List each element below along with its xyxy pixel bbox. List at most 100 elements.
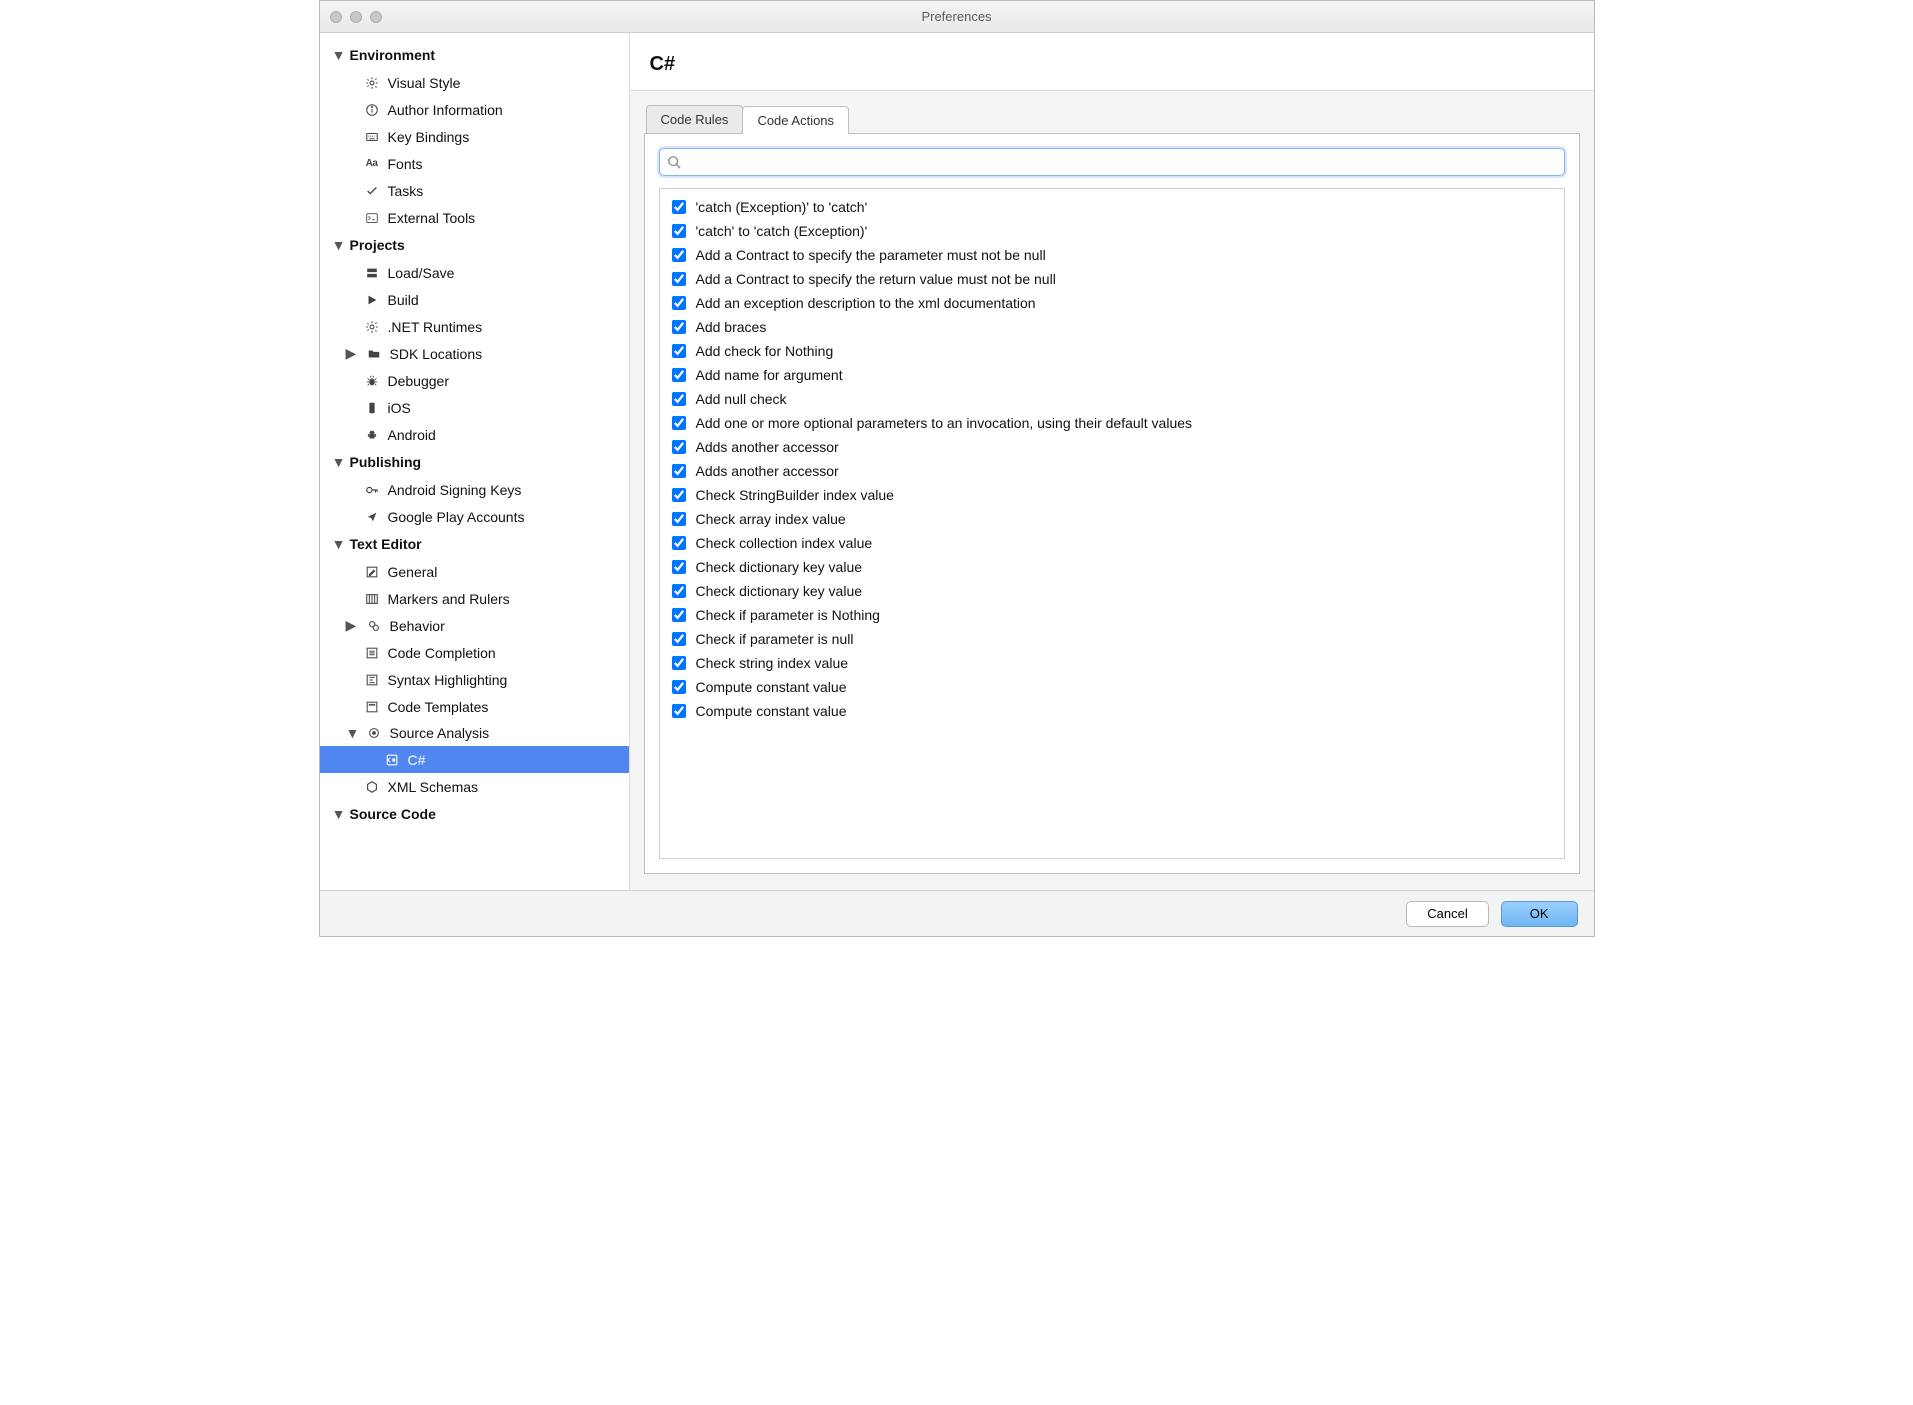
code-action-checkbox[interactable] (672, 464, 686, 478)
code-action-row[interactable]: Check dictionary key value (670, 579, 1554, 603)
code-action-checkbox[interactable] (672, 272, 686, 286)
sidebar-item-xml-schemas[interactable]: ▶XML Schemas (320, 773, 629, 800)
chevron-right-icon: ▶ (346, 345, 358, 362)
code-action-row[interactable]: 'catch (Exception)' to 'catch' (670, 195, 1554, 219)
code-action-checkbox[interactable] (672, 536, 686, 550)
sidebar-item-google-play-accounts[interactable]: ▶Google Play Accounts (320, 503, 629, 530)
publish-icon (364, 509, 380, 525)
sidebar-item-syntax-highlighting[interactable]: ▶Syntax Highlighting (320, 666, 629, 693)
sidebar-item-c-[interactable]: ▶C# (320, 746, 629, 773)
sidebar-item-android-signing-keys[interactable]: ▶Android Signing Keys (320, 476, 629, 503)
code-action-checkbox[interactable] (672, 248, 686, 262)
code-action-row[interactable]: Add a Contract to specify the return val… (670, 267, 1554, 291)
code-action-label: Check if parameter is null (696, 631, 854, 647)
sidebar[interactable]: ▼Environment▶Visual Style▶Author Informa… (320, 33, 630, 890)
code-action-checkbox[interactable] (672, 416, 686, 430)
code-action-row[interactable]: Add check for Nothing (670, 339, 1554, 363)
tab-code-actions[interactable]: Code Actions (742, 106, 849, 134)
sidebar-item-label: Debugger (388, 373, 450, 389)
code-action-row[interactable]: Add name for argument (670, 363, 1554, 387)
code-action-checkbox[interactable] (672, 368, 686, 382)
sidebar-item-label: Code Completion (388, 645, 496, 661)
sidebar-item-source-analysis[interactable]: ▼Source Analysis (320, 720, 629, 746)
code-action-row[interactable]: Compute constant value (670, 675, 1554, 699)
code-action-checkbox[interactable] (672, 320, 686, 334)
sidebar-item-label: Syntax Highlighting (388, 672, 508, 688)
sidebar-item--net-runtimes[interactable]: ▶.NET Runtimes (320, 313, 629, 340)
sidebar-item-general[interactable]: ▶General (320, 558, 629, 585)
sidebar-item-code-templates[interactable]: ▶Code Templates (320, 693, 629, 720)
sidebar-item-build[interactable]: ▶Build (320, 286, 629, 313)
code-action-row[interactable]: Adds another accessor (670, 435, 1554, 459)
sidebar-item-sdk-locations[interactable]: ▶SDK Locations (320, 340, 629, 367)
code-action-row[interactable]: Adds another accessor (670, 459, 1554, 483)
code-action-row[interactable]: Add null check (670, 387, 1554, 411)
close-window-button[interactable] (330, 11, 342, 23)
phone-icon (364, 400, 380, 416)
code-action-checkbox[interactable] (672, 560, 686, 574)
sidebar-group-publishing[interactable]: ▼Publishing (320, 448, 629, 476)
sidebar-item-load-save[interactable]: ▶Load/Save (320, 259, 629, 286)
target-icon (366, 725, 382, 741)
sidebar-item-key-bindings[interactable]: ▶Key Bindings (320, 123, 629, 150)
code-action-checkbox[interactable] (672, 632, 686, 646)
code-action-checkbox[interactable] (672, 704, 686, 718)
gear-icon (364, 319, 380, 335)
code-action-label: Check array index value (696, 511, 846, 527)
code-action-row[interactable]: Add a Contract to specify the parameter … (670, 243, 1554, 267)
code-action-row[interactable]: Check if parameter is Nothing (670, 603, 1554, 627)
code-action-row[interactable]: 'catch' to 'catch (Exception)' (670, 219, 1554, 243)
disk-icon (364, 265, 380, 281)
sidebar-item-author-information[interactable]: ▶Author Information (320, 96, 629, 123)
code-action-checkbox[interactable] (672, 440, 686, 454)
code-action-checkbox[interactable] (672, 512, 686, 526)
sidebar-item-label: Load/Save (388, 265, 455, 281)
zoom-window-button[interactable] (370, 11, 382, 23)
code-action-row[interactable]: Check string index value (670, 651, 1554, 675)
code-action-checkbox[interactable] (672, 608, 686, 622)
code-action-checkbox[interactable] (672, 344, 686, 358)
chevron-down-icon: ▼ (346, 725, 358, 741)
sidebar-group-projects[interactable]: ▼Projects (320, 231, 629, 259)
minimize-window-button[interactable] (350, 11, 362, 23)
code-action-checkbox[interactable] (672, 488, 686, 502)
code-action-checkbox[interactable] (672, 296, 686, 310)
sidebar-item-tasks[interactable]: ▶Tasks (320, 177, 629, 204)
sidebar-group-environment[interactable]: ▼Environment (320, 41, 629, 69)
sidebar-item-ios[interactable]: ▶iOS (320, 394, 629, 421)
code-action-row[interactable]: Check array index value (670, 507, 1554, 531)
sidebar-group-text-editor[interactable]: ▼Text Editor (320, 530, 629, 558)
code-action-checkbox[interactable] (672, 224, 686, 238)
code-action-checkbox[interactable] (672, 680, 686, 694)
sidebar-item-android[interactable]: ▶Android (320, 421, 629, 448)
main-body: Code RulesCode Actions 'catch (Exception… (630, 91, 1594, 890)
sidebar-item-code-completion[interactable]: ▶Code Completion (320, 639, 629, 666)
sidebar-item-behavior[interactable]: ▶Behavior (320, 612, 629, 639)
code-action-row[interactable]: Check collection index value (670, 531, 1554, 555)
code-action-row[interactable]: Check StringBuilder index value (670, 483, 1554, 507)
code-action-row[interactable]: Check if parameter is null (670, 627, 1554, 651)
list-icon (364, 645, 380, 661)
code-actions-list[interactable]: 'catch (Exception)' to 'catch''catch' to… (659, 188, 1565, 859)
sidebar-item-external-tools[interactable]: ▶External Tools (320, 204, 629, 231)
code-action-checkbox[interactable] (672, 584, 686, 598)
sidebar-item-visual-style[interactable]: ▶Visual Style (320, 69, 629, 96)
code-action-checkbox[interactable] (672, 392, 686, 406)
code-action-checkbox[interactable] (672, 200, 686, 214)
code-action-row[interactable]: Add one or more optional parameters to a… (670, 411, 1554, 435)
sidebar-group-label: Publishing (350, 454, 422, 470)
sidebar-item-markers-and-rulers[interactable]: ▶Markers and Rulers (320, 585, 629, 612)
code-action-row[interactable]: Add braces (670, 315, 1554, 339)
sidebar-item-fonts[interactable]: ▶AaFonts (320, 150, 629, 177)
play-icon (364, 292, 380, 308)
sidebar-group-source-code[interactable]: ▼Source Code (320, 800, 629, 828)
search-input[interactable] (659, 148, 1565, 176)
cancel-button[interactable]: Cancel (1406, 901, 1488, 927)
code-action-row[interactable]: Check dictionary key value (670, 555, 1554, 579)
tab-code-rules[interactable]: Code Rules (646, 105, 744, 133)
code-action-checkbox[interactable] (672, 656, 686, 670)
code-action-row[interactable]: Add an exception description to the xml … (670, 291, 1554, 315)
code-action-row[interactable]: Compute constant value (670, 699, 1554, 723)
ok-button[interactable]: OK (1501, 901, 1578, 927)
sidebar-item-debugger[interactable]: ▶Debugger (320, 367, 629, 394)
